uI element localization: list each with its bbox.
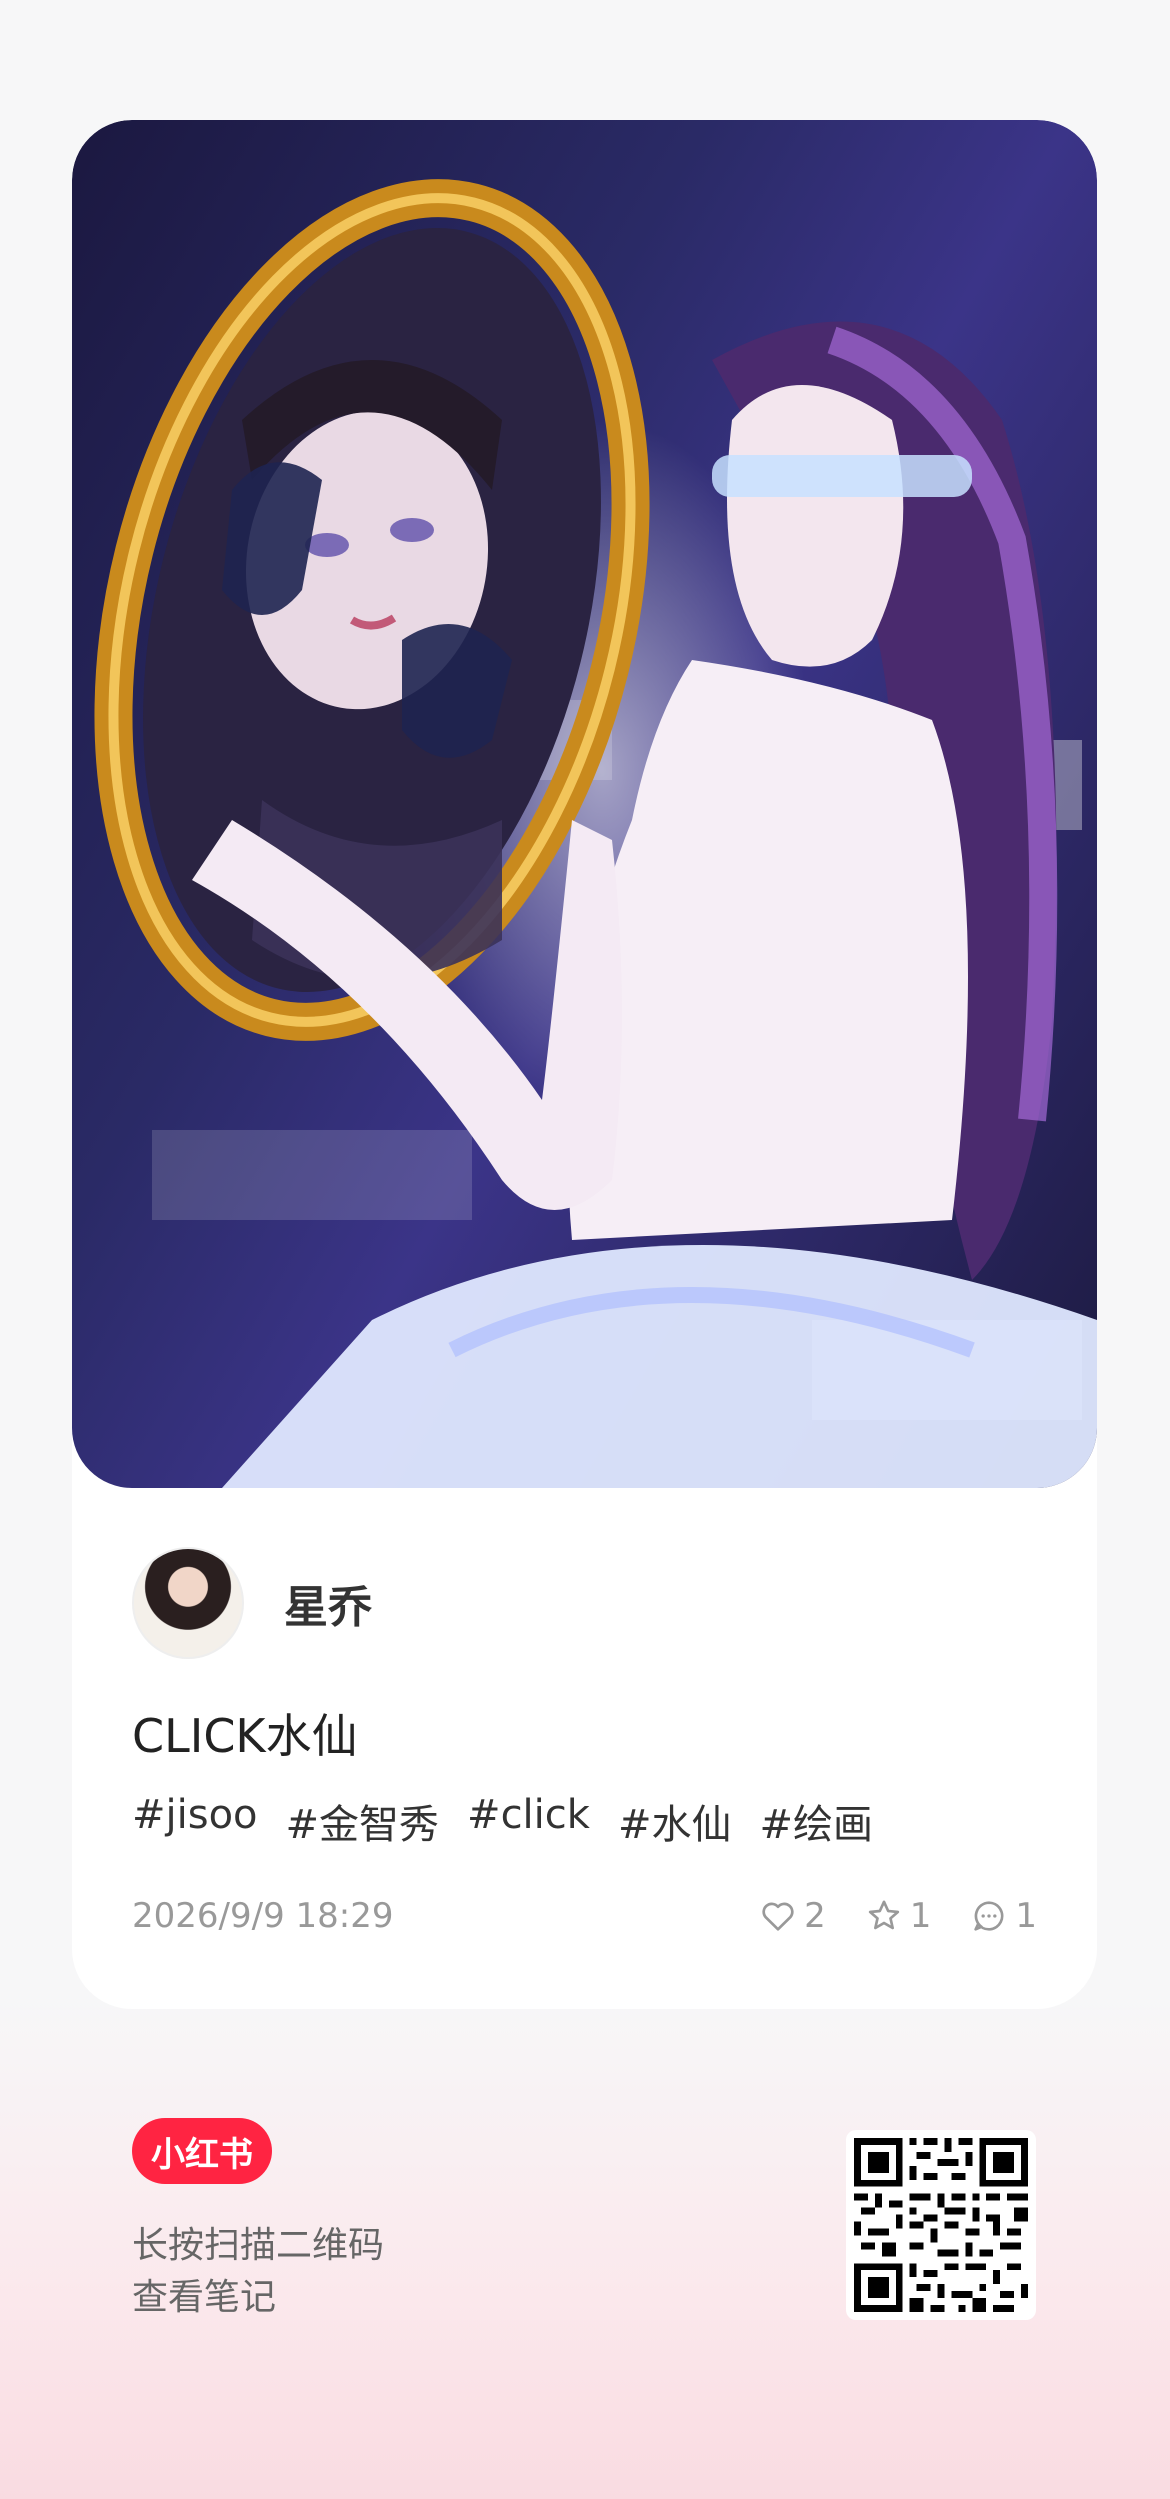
timestamp: 2026/9/9 18:29 bbox=[132, 1896, 394, 1936]
comment-icon bbox=[974, 1901, 1004, 1931]
note-meta: 2026/9/9 18:29 2 1 1 bbox=[132, 1890, 1037, 1942]
tag[interactable]: #金智秀 bbox=[286, 1792, 440, 1850]
scan-hint: 长按扫描二维码 查看笔记 bbox=[132, 2220, 384, 2324]
author-name[interactable]: 星乔 bbox=[284, 1571, 372, 1635]
tag[interactable]: #click bbox=[467, 1792, 590, 1850]
scan-hint-line1: 长按扫描二维码 bbox=[132, 2225, 385, 2266]
collect-stat[interactable]: 1 bbox=[864, 1896, 932, 1936]
comment-stat[interactable]: 1 bbox=[969, 1896, 1037, 1936]
star-icon bbox=[868, 1900, 899, 1930]
engagement-stats: 2 1 1 bbox=[720, 1896, 1037, 1936]
heart-icon bbox=[762, 1902, 794, 1931]
like-stat[interactable]: 2 bbox=[758, 1896, 826, 1936]
qr-code-icon bbox=[854, 2138, 1028, 2312]
author-row[interactable]: 星乔 bbox=[132, 1547, 372, 1659]
collect-count: 1 bbox=[909, 1896, 932, 1936]
tag[interactable]: #jisoo bbox=[132, 1792, 258, 1850]
tag[interactable]: #绘画 bbox=[759, 1792, 873, 1850]
comment-count: 1 bbox=[1015, 1896, 1037, 1936]
avatar[interactable] bbox=[132, 1547, 244, 1659]
tag-list: #jisoo #金智秀 #click #水仙 #绘画 bbox=[132, 1792, 901, 1850]
qr-code[interactable] bbox=[846, 2130, 1036, 2320]
scan-hint-line2: 查看笔记 bbox=[132, 2277, 277, 2318]
illustration-art bbox=[94, 179, 1097, 1488]
note-title: CLICK水仙 bbox=[132, 1709, 358, 1763]
like-count: 2 bbox=[804, 1896, 826, 1936]
tag[interactable]: #水仙 bbox=[618, 1792, 732, 1850]
cover-illustration[interactable] bbox=[72, 120, 1097, 1488]
note-card[interactable]: 星乔 CLICK水仙 #jisoo #金智秀 #click #水仙 #绘画 20… bbox=[72, 120, 1097, 2009]
xiaohongshu-logo: 小红书 bbox=[132, 2118, 272, 2184]
